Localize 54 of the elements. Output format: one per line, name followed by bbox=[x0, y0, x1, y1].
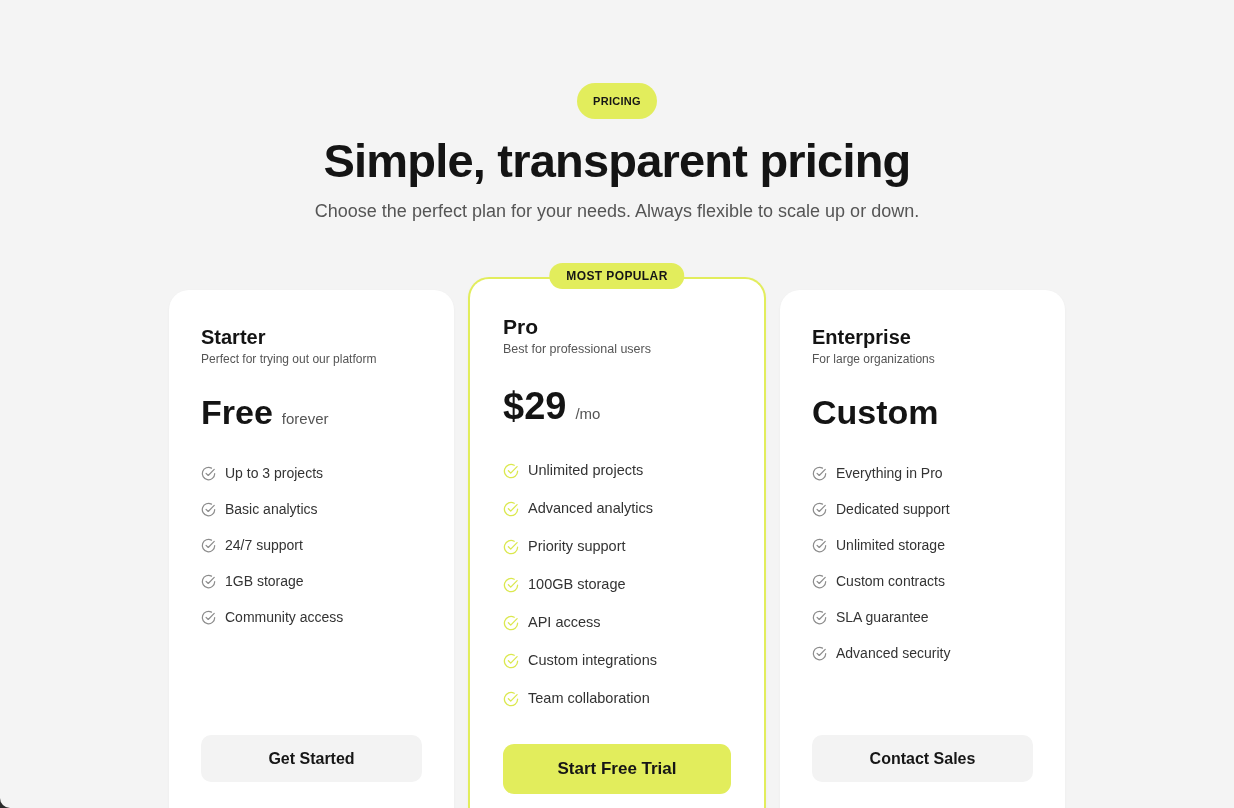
check-circle-icon bbox=[503, 538, 519, 555]
feature-text: Unlimited storage bbox=[836, 536, 945, 555]
feature-text: Dedicated support bbox=[836, 500, 950, 519]
feature-text: Priority support bbox=[528, 537, 626, 556]
feature-text: SLA guarantee bbox=[836, 608, 929, 627]
check-circle-icon bbox=[201, 501, 216, 517]
feature-text: Community access bbox=[225, 608, 344, 627]
check-circle-icon bbox=[503, 652, 519, 669]
plan-name: Pro bbox=[503, 314, 538, 339]
plan-name: Starter bbox=[201, 325, 266, 349]
feature-text: Team collaboration bbox=[528, 689, 650, 708]
plan-price: Free bbox=[201, 392, 273, 432]
feature-text: Up to 3 projects bbox=[225, 464, 324, 483]
plan-button[interactable]: Start Free Trial bbox=[503, 744, 731, 794]
feature-text: Custom contracts bbox=[836, 572, 945, 591]
feature-text: 100GB storage bbox=[528, 575, 626, 594]
plan-description: Perfect for trying out our platform bbox=[201, 351, 377, 367]
check-circle-icon bbox=[812, 501, 827, 517]
check-circle-icon bbox=[201, 573, 216, 589]
feature-text: Advanced security bbox=[836, 644, 951, 663]
check-circle-icon bbox=[201, 609, 216, 625]
feature-text: API access bbox=[528, 613, 601, 632]
plan-name: Enterprise bbox=[812, 325, 911, 349]
feature-text: 24/7 support bbox=[225, 536, 303, 555]
check-circle-icon bbox=[812, 537, 827, 553]
plan-price: $29 bbox=[503, 384, 567, 428]
section-tag: PRICING bbox=[577, 83, 657, 119]
price-period: forever bbox=[281, 410, 329, 427]
check-circle-icon bbox=[503, 690, 519, 707]
check-circle-icon bbox=[812, 609, 827, 625]
check-circle-icon bbox=[503, 614, 519, 631]
page-subtitle: Choose the perfect plan for your needs. Always flexible to scale up or down. bbox=[314, 200, 920, 223]
feature-text: Unlimited projects bbox=[528, 461, 644, 480]
price-period: /mo bbox=[575, 405, 601, 422]
plan-button[interactable]: Get Started bbox=[201, 735, 422, 782]
check-circle-icon bbox=[201, 465, 216, 481]
check-circle-icon bbox=[503, 500, 519, 517]
check-circle-icon bbox=[503, 576, 519, 593]
check-circle-icon bbox=[812, 645, 827, 661]
check-circle-icon bbox=[201, 537, 216, 553]
check-circle-icon bbox=[812, 573, 827, 589]
popular-tag: MOST POPULAR bbox=[549, 263, 685, 289]
page-title: Simple, transparent pricing bbox=[323, 133, 911, 189]
feature-text: Advanced analytics bbox=[528, 499, 653, 518]
plan-description: For large organizations bbox=[812, 351, 935, 367]
plan-price: Custom bbox=[812, 392, 939, 432]
plan-button[interactable]: Contact Sales bbox=[812, 735, 1033, 782]
check-circle-icon bbox=[812, 465, 827, 481]
plan-description: Best for professional users bbox=[503, 341, 651, 358]
feature-text: Everything in Pro bbox=[836, 464, 943, 483]
feature-text: 1GB storage bbox=[225, 572, 304, 591]
feature-text: Custom integrations bbox=[528, 651, 657, 670]
feature-text: Basic analytics bbox=[225, 500, 318, 519]
check-circle-icon bbox=[503, 462, 519, 479]
